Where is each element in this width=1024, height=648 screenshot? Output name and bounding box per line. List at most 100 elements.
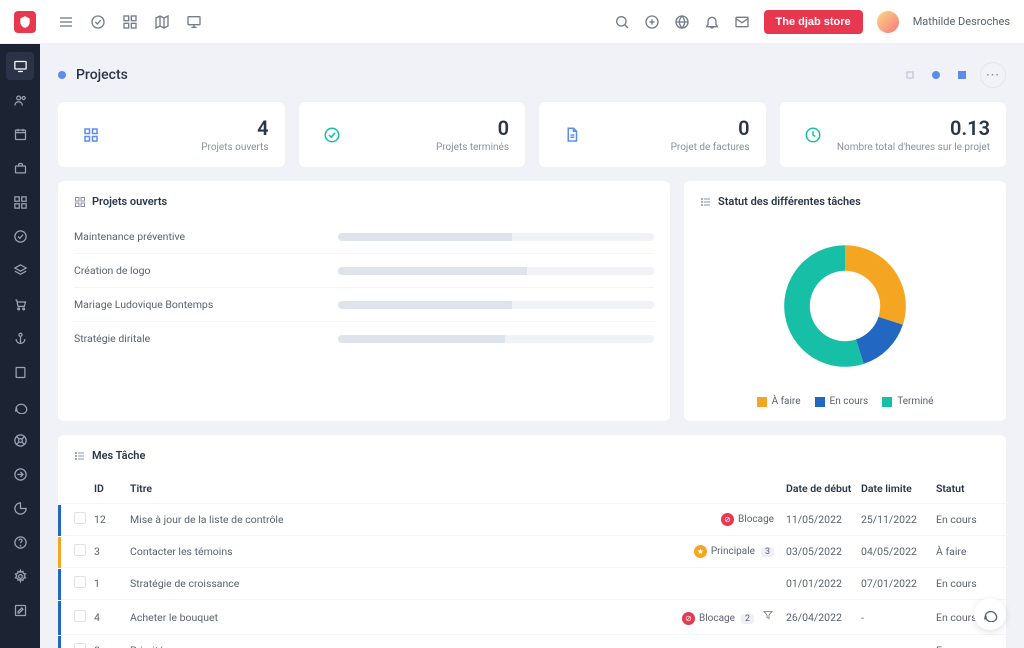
stat-card[interactable]: 0 Projets terminés: [299, 102, 526, 167]
task-status: En cours: [936, 568, 1006, 600]
filter-icon[interactable]: [758, 608, 778, 622]
task-row[interactable]: 12 Mise à jour de la liste de contrôle ⊘…: [58, 504, 1006, 536]
col-date-due[interactable]: Date limite: [861, 474, 936, 504]
map-icon[interactable]: [154, 14, 170, 30]
sidebar-item-grid[interactable]: [6, 188, 34, 216]
sidebar-item-edit[interactable]: [6, 596, 34, 624]
legend-item: À faire: [757, 396, 801, 407]
task-date-due: -: [861, 635, 936, 648]
block-icon: ⊘: [682, 612, 695, 625]
sidebar-item-briefcase[interactable]: [6, 154, 34, 182]
legend-item: En cours: [815, 396, 869, 407]
avatar[interactable]: [877, 11, 899, 33]
task-status: À faire: [936, 536, 1006, 568]
stats-row: 4 Projets ouverts 0 Projets terminés 0 P…: [58, 102, 1006, 167]
check-icon[interactable]: [90, 14, 106, 30]
stat-label: Projet de factures: [671, 142, 750, 153]
mail-icon[interactable]: [734, 14, 750, 30]
sidebar-item-users[interactable]: [6, 86, 34, 114]
monitor-icon[interactable]: [186, 14, 202, 30]
globe-icon[interactable]: [674, 14, 690, 30]
stat-value: 0: [436, 116, 509, 140]
task-id: 12: [94, 504, 130, 536]
task-status-title: Statut des différentes tâches: [700, 195, 990, 208]
checkbox[interactable]: [74, 544, 86, 556]
sidebar-item-settings[interactable]: [6, 562, 34, 590]
sidebar-item-chat[interactable]: [6, 392, 34, 420]
sidebar-item-cart[interactable]: [6, 290, 34, 318]
check-circle-icon: [315, 118, 349, 152]
project-row[interactable]: Maintenance préventive: [74, 220, 654, 254]
col-date-start[interactable]: Date de début: [786, 474, 861, 504]
main-content: Projects ⋯ 4 Projets ouverts 0: [40, 44, 1024, 648]
col-id[interactable]: ID: [94, 474, 130, 504]
tasks-panel: Mes Tâche ID Titre Date de début Date li…: [58, 435, 1006, 648]
chat-fab[interactable]: [974, 598, 1006, 630]
project-name: Stratégie diritale: [74, 332, 338, 345]
project-row[interactable]: Mariage Ludovique Bontemps: [74, 288, 654, 322]
stat-value: 4: [201, 116, 268, 140]
sidebar-item-tasks[interactable]: [6, 222, 34, 250]
sidebar-item-book[interactable]: [6, 358, 34, 386]
store-button[interactable]: The djab store: [764, 10, 863, 34]
task-date-start: 11/05/2022: [786, 504, 861, 536]
menu-icon[interactable]: [58, 14, 74, 30]
task-id: 3: [94, 536, 130, 568]
checkbox[interactable]: [74, 643, 86, 648]
donut-slice: [845, 245, 906, 325]
apps-icon[interactable]: [122, 14, 138, 30]
sidebar-item-logout[interactable]: [6, 460, 34, 488]
topbar-left-icons: [58, 14, 202, 30]
task-date-due: 07/01/2022: [861, 568, 936, 600]
stat-card[interactable]: 0 Projet de factures: [539, 102, 766, 167]
sidebar-item-layers[interactable]: [6, 256, 34, 284]
star-icon: ★: [694, 545, 707, 558]
sidebar-item-anchor[interactable]: [6, 324, 34, 352]
task-row[interactable]: 8 Priorité - - En cours: [58, 635, 1006, 648]
topbar: The djab store Mathilde Desroches: [0, 0, 1024, 44]
view-toggle-2[interactable]: [928, 67, 944, 83]
task-row[interactable]: 3 Contacter les témoins ★Principale3 03/…: [58, 536, 1006, 568]
sidebar-item-support[interactable]: [6, 426, 34, 454]
sidebar-item-pie[interactable]: [6, 494, 34, 522]
logo[interactable]: [14, 11, 36, 33]
sidebar-item-calendar[interactable]: [6, 120, 34, 148]
task-date-due: 25/11/2022: [861, 504, 936, 536]
stat-card[interactable]: 0.13 Nombre total d'heures sur le projet: [780, 102, 1007, 167]
task-row[interactable]: 1 Stratégie de croissance 01/01/2022 07/…: [58, 568, 1006, 600]
col-title[interactable]: Titre: [130, 474, 666, 504]
tasks-table: ID Titre Date de début Date limite Statu…: [58, 474, 1006, 648]
task-status-panel: Statut des différentes tâches À faire En …: [684, 181, 1006, 421]
task-id: 4: [94, 600, 130, 635]
checkbox[interactable]: [74, 610, 86, 622]
stat-label: Projets ouverts: [201, 142, 268, 153]
project-row[interactable]: Création de logo: [74, 254, 654, 288]
search-icon[interactable]: [614, 14, 630, 30]
checkbox[interactable]: [74, 512, 86, 524]
view-toggle-3[interactable]: [954, 67, 970, 83]
page-header: Projects ⋯: [58, 62, 1006, 88]
stat-card[interactable]: 4 Projets ouverts: [58, 102, 285, 167]
open-projects-title: Projets ouverts: [74, 195, 654, 208]
sidebar: [0, 44, 40, 648]
plus-circle-icon[interactable]: [644, 14, 660, 30]
grid-icon: [74, 196, 86, 208]
sidebar-item-help[interactable]: [6, 528, 34, 556]
page-title: Projects: [76, 67, 128, 83]
task-date-start: 01/01/2022: [786, 568, 861, 600]
sidebar-item-dashboard[interactable]: [6, 52, 34, 80]
clock-icon: [796, 118, 830, 152]
stat-value: 0: [671, 116, 750, 140]
block-icon: ⊘: [721, 513, 734, 526]
project-row[interactable]: Stratégie diritale: [74, 322, 654, 355]
project-progress: [338, 233, 654, 241]
checkbox[interactable]: [74, 576, 86, 588]
task-row[interactable]: 4 Acheter le bouquet ⊘Blocage2 26/04/202…: [58, 600, 1006, 635]
project-progress: [338, 301, 654, 309]
task-title: Stratégie de croissance: [130, 568, 666, 600]
more-button[interactable]: ⋯: [980, 62, 1006, 88]
project-name: Mariage Ludovique Bontemps: [74, 298, 338, 311]
bell-icon[interactable]: [704, 14, 720, 30]
view-toggle-1[interactable]: [902, 67, 918, 83]
col-status[interactable]: Statut: [936, 474, 1006, 504]
